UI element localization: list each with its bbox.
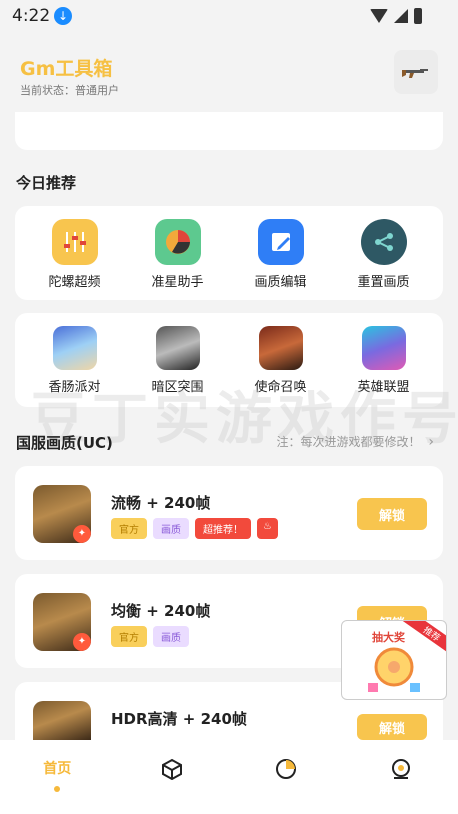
game-label: 香肠派对 xyxy=(48,380,101,395)
fire-icon: ♨ xyxy=(257,518,278,539)
game-icon xyxy=(361,326,406,370)
preset-thumbnail xyxy=(33,701,91,740)
sliders-icon xyxy=(51,219,98,265)
tool-reset-quality[interactable]: 重置画质 xyxy=(334,219,434,290)
game-icon xyxy=(155,326,200,370)
app-header: Gm工具箱 当前状态：普通用户 xyxy=(0,34,458,112)
cn-section-note[interactable]: 注：每次进游戏都要修改！ › xyxy=(277,433,434,450)
star-badge-icon: ✦ xyxy=(73,633,91,651)
tag-official: 官方 xyxy=(111,626,147,647)
tag-recommended: 超推荐！ xyxy=(195,518,251,539)
games-card: 香肠派对 暗区突围 使命召唤 英雄联盟 xyxy=(15,313,443,407)
game-sausage-party[interactable]: 香肠派对 xyxy=(25,326,125,395)
tool-quality-editor[interactable]: 画质编辑 xyxy=(231,219,331,290)
tool-gyro-overclock[interactable]: 陀螺超频 xyxy=(25,219,125,290)
cn-note-text: 注：每次进游戏都要修改！ xyxy=(276,435,421,449)
game-call-of-duty[interactable]: 使命召唤 xyxy=(231,326,331,395)
bottom-nav: 首页 xyxy=(0,740,458,814)
wifi-icon xyxy=(370,9,388,23)
game-icon xyxy=(52,326,97,370)
pie-chart-icon xyxy=(154,219,201,265)
nav-home-label: 首页 xyxy=(43,761,72,777)
preset-tags: 官方 画质 xyxy=(111,626,189,647)
nav-active-dot xyxy=(54,786,61,792)
lottery-widget[interactable]: 抽大奖 推荐 xyxy=(341,620,447,700)
app-title: Gm工具箱 xyxy=(20,58,113,80)
unlock-button[interactable]: 解锁 xyxy=(357,714,427,740)
tool-label: 重置画质 xyxy=(357,275,410,290)
game-icon xyxy=(258,326,303,370)
tag-quality: 画质 xyxy=(153,518,189,539)
tool-label: 陀螺超频 xyxy=(48,275,101,290)
user-status: 当前状态：普通用户 xyxy=(20,84,119,97)
prize-wheel-icon xyxy=(368,647,420,692)
profile-icon xyxy=(391,759,410,779)
lottery-title: 抽大奖 xyxy=(372,631,405,644)
nav-tools[interactable] xyxy=(142,758,202,780)
today-title: 今日推荐 xyxy=(16,174,77,192)
game-label: 英雄联盟 xyxy=(357,380,410,395)
game-arena-breakout[interactable]: 暗区突围 xyxy=(128,326,228,395)
edit-icon xyxy=(257,219,304,265)
tag-quality: 画质 xyxy=(153,626,189,647)
tool-label: 准星助手 xyxy=(151,275,204,290)
gun-button[interactable] xyxy=(394,50,438,94)
status-bar: 4:22 ↓ xyxy=(0,0,458,34)
top-card xyxy=(15,112,443,150)
rifle-icon xyxy=(402,69,428,78)
status-time: 4:22 xyxy=(12,6,51,26)
nav-home[interactable]: 首页 xyxy=(27,758,87,792)
preset-title: 流畅 + 240帧 xyxy=(111,494,211,512)
cn-section-title: 国服画质(UC) xyxy=(16,434,113,452)
today-card: 陀螺超频 准星助手 画质编辑 重置画质 xyxy=(15,206,443,300)
nav-stats[interactable] xyxy=(256,758,316,780)
status-icons xyxy=(370,8,422,24)
chevron-right-icon: › xyxy=(428,434,434,450)
preset-thumbnail: ✦ xyxy=(33,593,91,651)
download-icon: ↓ xyxy=(54,7,72,25)
preset-title: HDR高清 + 240帧 xyxy=(111,710,247,728)
tool-crosshair-assistant[interactable]: 准星助手 xyxy=(128,219,228,290)
nav-profile[interactable] xyxy=(371,758,431,780)
tool-label: 画质编辑 xyxy=(254,275,307,290)
game-label: 使命召唤 xyxy=(254,380,307,395)
preset-tags: 官方 画质 超推荐！ ♨ xyxy=(111,518,278,539)
tag-official: 官方 xyxy=(111,518,147,539)
share-icon xyxy=(360,219,407,265)
game-league-of-legends[interactable]: 英雄联盟 xyxy=(334,326,434,395)
pie-chart-icon xyxy=(276,759,297,779)
preset-card: ✦ 流畅 + 240帧 官方 画质 超推荐！ ♨ 解锁 xyxy=(15,466,443,560)
battery-icon xyxy=(414,8,422,24)
signal-icon xyxy=(394,9,408,23)
cube-icon xyxy=(161,758,182,780)
game-label: 暗区突围 xyxy=(151,380,204,395)
preset-title: 均衡 + 240帧 xyxy=(111,602,211,620)
star-badge-icon: ✦ xyxy=(73,525,91,543)
unlock-button[interactable]: 解锁 xyxy=(357,498,427,530)
preset-thumbnail: ✦ xyxy=(33,485,91,543)
